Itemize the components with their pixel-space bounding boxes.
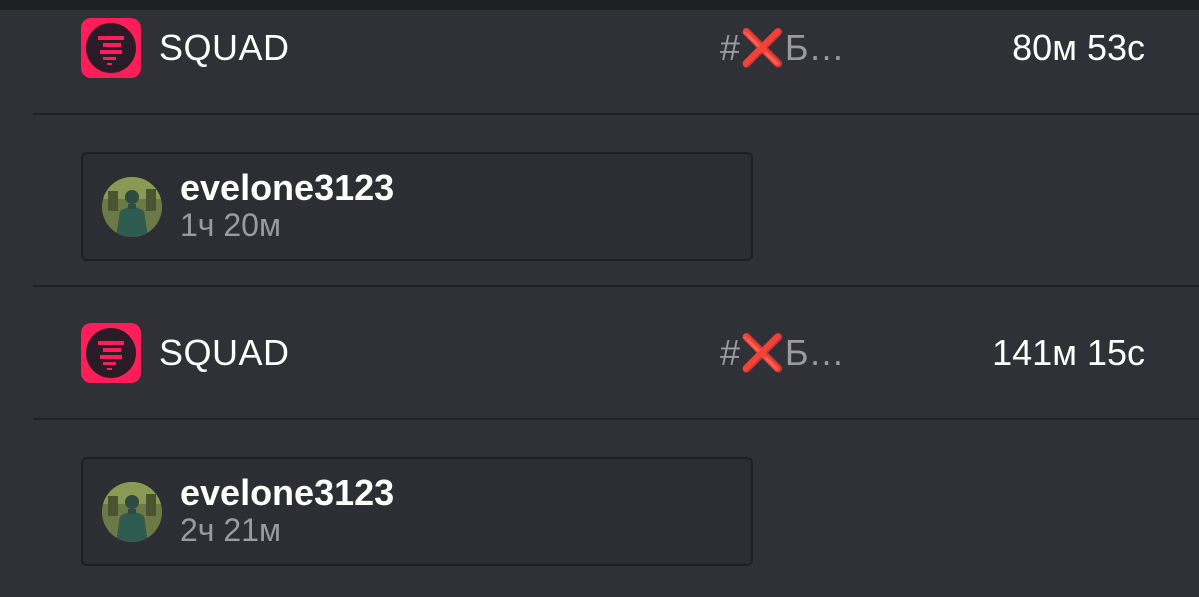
user-time: 1ч 20м — [180, 207, 281, 243]
app-name: SQUAD — [159, 332, 290, 373]
user-time: 2ч 21м — [180, 512, 281, 548]
session-duration: 80м 53с — [1012, 27, 1145, 68]
divider — [33, 285, 1199, 287]
user-card[interactable]: evelone3123 1ч 20м — [81, 152, 753, 261]
divider — [33, 418, 1199, 420]
user-avatar[interactable] — [102, 177, 162, 237]
user-avatar[interactable] — [102, 482, 162, 542]
channel-name[interactable]: #❌Б… — [720, 333, 844, 373]
squad-logo-icon — [81, 323, 141, 383]
session-duration: 141м 15с — [992, 332, 1145, 373]
app-name: SQUAD — [159, 27, 290, 68]
channel-prefix: # — [720, 27, 741, 68]
session-row[interactable]: SQUAD #❌Б… 141м 15с — [0, 323, 1199, 385]
top-bar — [0, 0, 1199, 10]
username: evelone3123 — [180, 167, 395, 208]
user-card[interactable]: evelone3123 2ч 21м — [81, 457, 753, 566]
divider — [33, 113, 1199, 115]
username: evelone3123 — [180, 472, 395, 513]
squad-logo-icon — [81, 18, 141, 78]
channel-label: Б… — [784, 332, 845, 373]
channel-label: Б… — [784, 27, 845, 68]
cross-mark-icon: ❌ — [740, 27, 785, 68]
session-row[interactable]: SQUAD #❌Б… 80м 53с — [0, 18, 1199, 80]
channel-prefix: # — [720, 332, 741, 373]
cross-mark-icon: ❌ — [740, 332, 785, 373]
channel-name[interactable]: #❌Б… — [720, 28, 844, 68]
